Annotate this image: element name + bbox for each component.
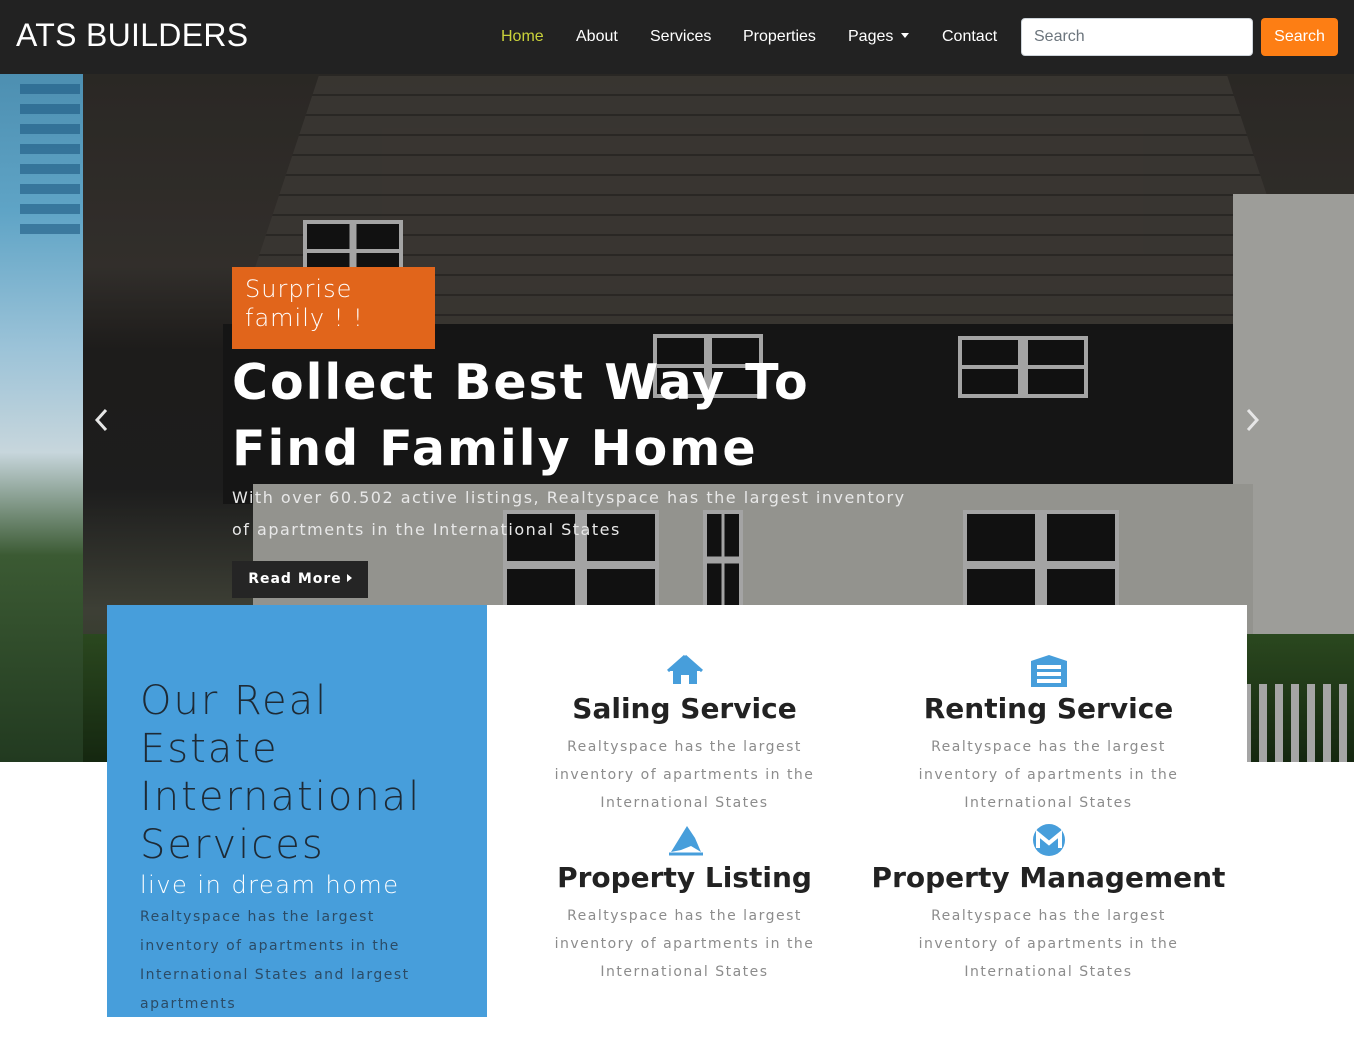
hero-title: Collect Best Way To Find Family Home <box>232 354 810 477</box>
read-more-label: Read More <box>248 571 342 587</box>
service-text: Realtyspace has the largest inventory of… <box>918 739 1179 811</box>
search-button[interactable]: Search <box>1261 18 1338 56</box>
carousel-prev-icon[interactable] <box>92 407 112 433</box>
home-icon <box>665 653 705 689</box>
service-card-renting: Renting Service Realtyspace has the larg… <box>867 653 1230 817</box>
carousel-next-icon[interactable] <box>1242 407 1262 433</box>
read-more-button[interactable]: Read More <box>232 561 368 598</box>
hero-prev-slide-image <box>0 74 83 762</box>
intro-title: Our Real Estate International Services <box>140 678 422 868</box>
service-text: Realtyspace has the largest inventory of… <box>554 739 815 811</box>
service-title: Property Listing <box>557 861 812 894</box>
service-card-management: Property Management Realtyspace has the … <box>867 822 1230 986</box>
navbar: ATS BUILDERS Home About Services Propert… <box>0 0 1354 74</box>
search-input[interactable] <box>1021 18 1253 56</box>
caret-right-icon <box>346 574 352 582</box>
hero-description: With over 60.502 active listings, Realty… <box>232 488 906 539</box>
listing-icon <box>665 822 705 858</box>
hero-tag: Surprise family ! ! <box>232 267 435 349</box>
nav-about[interactable]: About <box>576 28 618 46</box>
nav-pages-label: Pages <box>848 28 894 45</box>
nav-properties[interactable]: Properties <box>743 28 816 46</box>
nav-contact[interactable]: Contact <box>942 28 997 46</box>
brand-logo[interactable]: ATS BUILDERS <box>16 17 248 54</box>
services-grid: Saling Service Realtyspace has the large… <box>487 605 1247 1017</box>
intro-text: Realtyspace has the largest inventory of… <box>140 909 410 1012</box>
caret-down-icon <box>901 33 910 38</box>
warehouse-icon <box>1029 653 1069 689</box>
service-card-listing: Property Listing Realtyspace has the lar… <box>503 822 866 986</box>
nav-home[interactable]: Home <box>501 28 544 46</box>
nav-services[interactable]: Services <box>650 28 711 46</box>
service-title: Renting Service <box>923 692 1174 725</box>
service-text: Realtyspace has the largest inventory of… <box>918 908 1179 980</box>
nav-pages-dropdown[interactable]: Pages <box>848 28 910 46</box>
service-title: Property Management <box>871 861 1226 894</box>
service-card-saling: Saling Service Realtyspace has the large… <box>503 653 866 817</box>
service-text: Realtyspace has the largest inventory of… <box>554 908 815 980</box>
intro-panel: Our Real Estate International Services l… <box>107 605 487 1017</box>
intro-subtitle: live in dream home <box>140 871 400 899</box>
monero-icon <box>1029 822 1069 858</box>
service-title: Saling Service <box>572 692 797 725</box>
